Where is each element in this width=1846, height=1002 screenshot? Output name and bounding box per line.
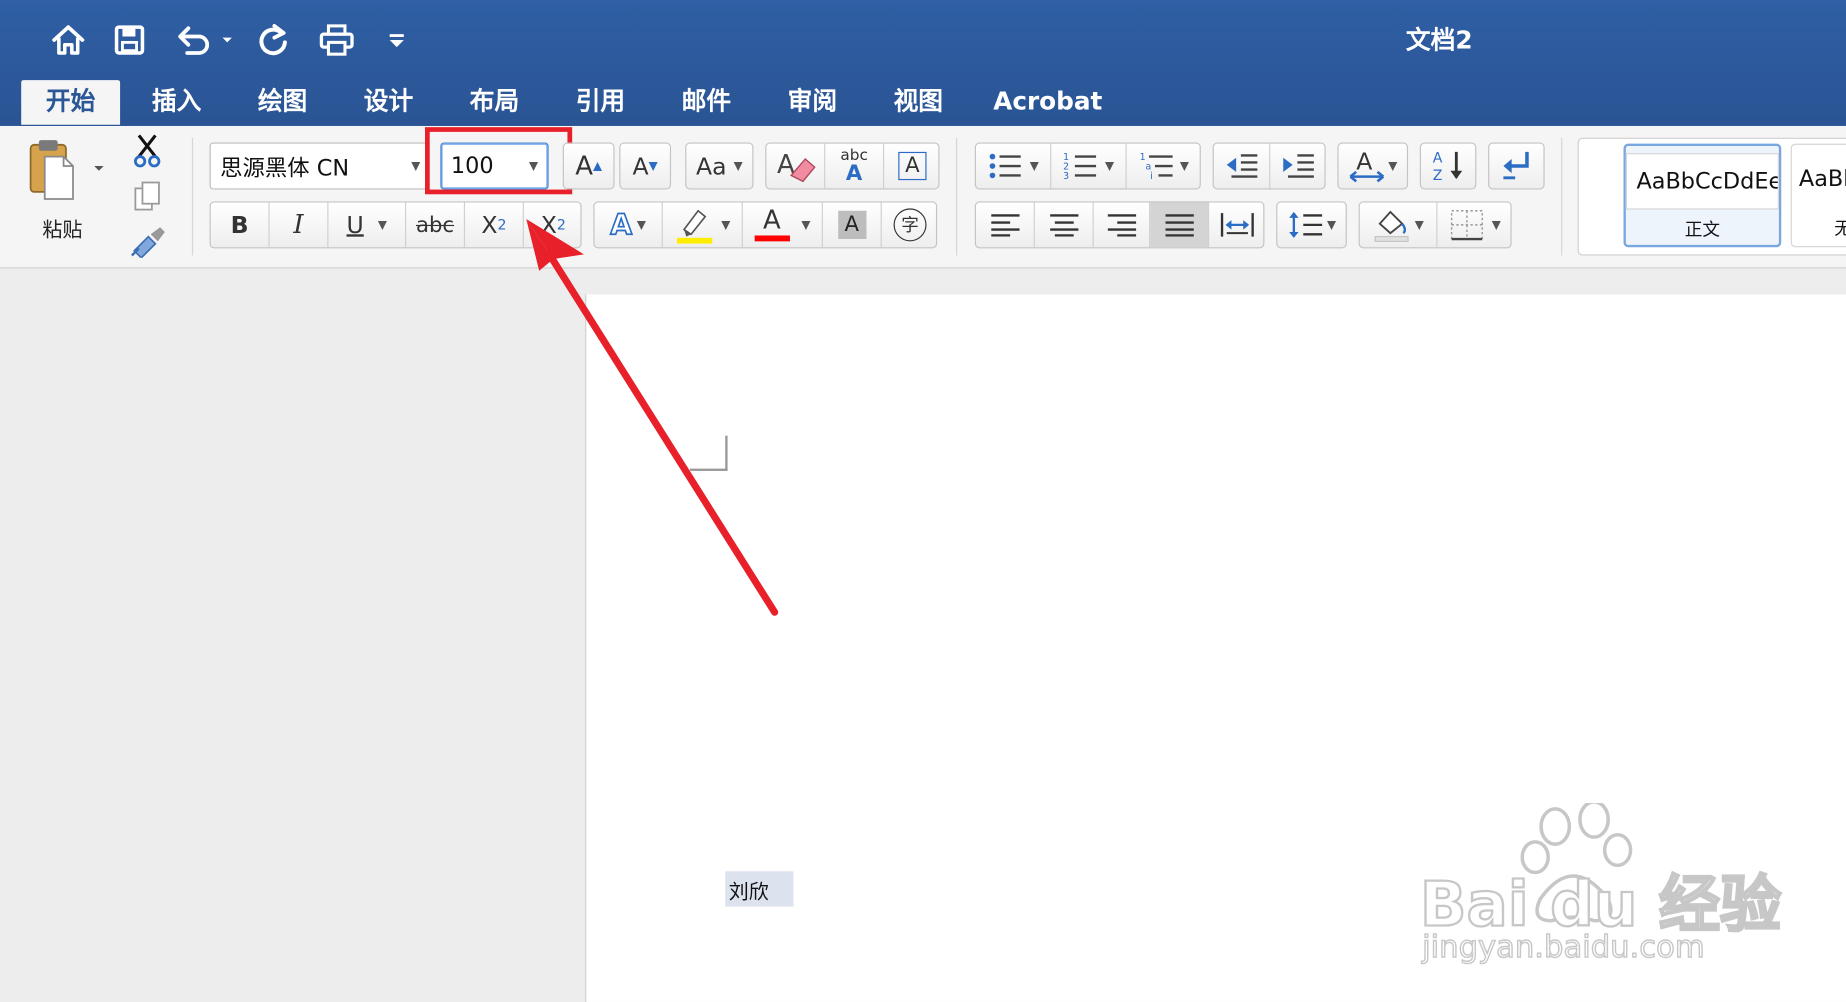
annotation-arrow xyxy=(526,218,779,616)
word-window: 文档2 开始 插入 绘图 设计 布局 引用 邮件 审阅 视图 Acrobat 粘… xyxy=(0,0,1846,1002)
